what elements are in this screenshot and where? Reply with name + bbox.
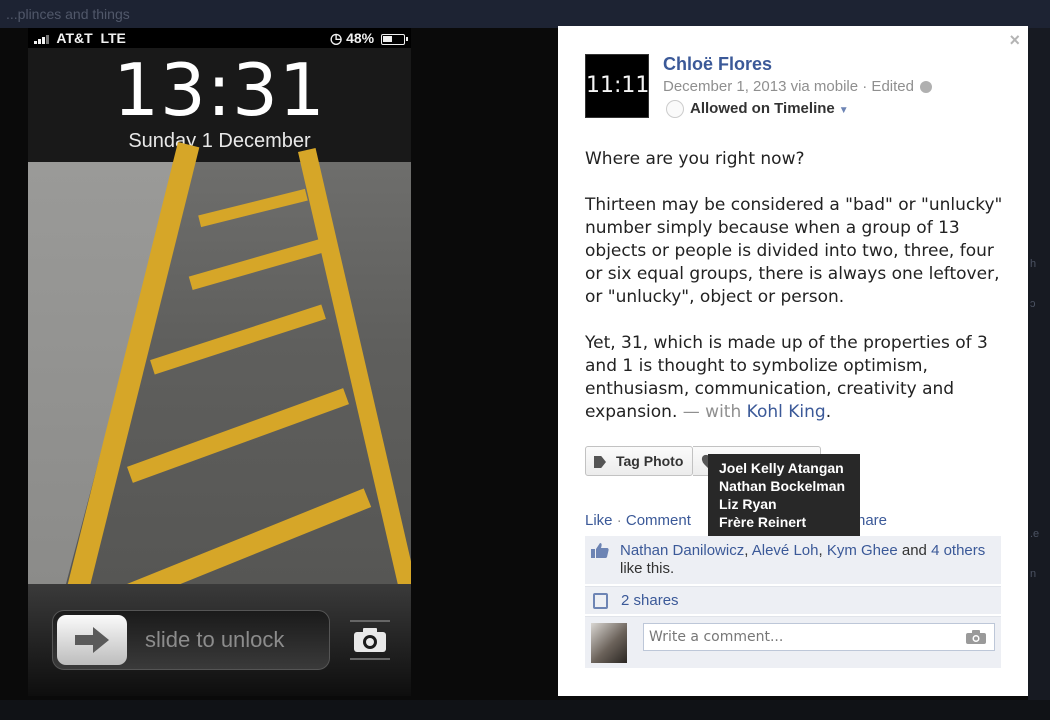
comment-placeholder: Write a comment... — [649, 629, 784, 645]
comment-input[interactable]: Write a comment... — [643, 623, 995, 651]
tag-photo-label: Tag Photo — [616, 453, 684, 469]
comment-link[interactable]: Comment — [626, 512, 691, 529]
road-stripe — [127, 388, 349, 483]
thumbs-up-icon — [591, 543, 609, 558]
post-paragraph: Where are you right now? — [585, 149, 805, 169]
shares-label[interactable]: 2 shares — [621, 592, 679, 609]
likes-and: and — [901, 542, 927, 559]
likes-text: Nathan Danilowicz, Alevé Loh, Kym Ghee a… — [620, 542, 986, 577]
timeline-ring-icon — [666, 100, 684, 119]
tooltip-name: Nathan Bockelman — [719, 478, 846, 494]
background-right-column: h ɔ .e n — [1028, 28, 1050, 708]
post-meta-text: December 1, 2013 via mobile · Edited — [663, 78, 914, 95]
tag-photo-button[interactable]: Tag Photo — [585, 446, 693, 476]
globe-icon[interactable] — [920, 81, 933, 94]
signal-icon — [34, 31, 50, 47]
photo-viewer[interactable]: AT&T LTE ◷ 48% 13:31 Sunday 1 December s… — [28, 28, 411, 696]
road-stripe — [188, 237, 328, 291]
share-link[interactable]: hare — [857, 512, 887, 529]
tagged-person-link[interactable]: Kohl King — [747, 402, 826, 422]
road-stripe — [198, 188, 308, 228]
battery-percent: 48% — [346, 30, 375, 46]
shares-summary[interactable]: 2 shares — [585, 586, 1001, 614]
status-bar: AT&T LTE ◷ 48% — [28, 28, 411, 48]
background-footer — [0, 700, 1050, 720]
slide-to-unlock-label: slide to unlock — [145, 627, 285, 652]
post-paragraph-last: Yet, 31, which is made up of the propert… — [585, 332, 1005, 424]
post-body: Where are you right now? Thirteen may be… — [585, 148, 1005, 447]
like-link[interactable]: Like — [585, 512, 613, 529]
road-stripe — [150, 304, 326, 375]
liker-link[interactable]: Nathan Danilowicz — [620, 542, 744, 559]
liker-link[interactable]: Kym Ghee — [827, 542, 898, 559]
comment-composer: Write a comment... — [585, 616, 1001, 668]
viewer-avatar — [591, 623, 627, 663]
tooltip-name: Frère Reinert — [719, 514, 807, 530]
background-header-text: ...plinces and things — [6, 6, 130, 22]
arrow-right-icon — [75, 627, 109, 653]
carrier-label: AT&T — [56, 30, 93, 46]
slide-to-unlock-track[interactable]: slide to unlock — [52, 610, 330, 670]
other-likers-link[interactable]: 4 others — [931, 542, 985, 559]
with-label: — with — [682, 402, 742, 422]
post-panel: × 11:11 Chloë Flores December 1, 2013 vi… — [558, 26, 1028, 696]
likes-summary: Nathan Danilowicz, Alevé Loh, Kym Ghee a… — [585, 536, 1001, 584]
timeline-label: Allowed on Timeline — [690, 100, 835, 117]
unlock-bar: slide to unlock — [28, 584, 411, 696]
slide-knob[interactable] — [57, 615, 127, 665]
clock-time: 13:31 — [113, 48, 326, 132]
background-header: ...plinces and things — [0, 0, 1050, 28]
close-icon[interactable]: × — [1009, 30, 1020, 51]
author-name[interactable]: Chloë Flores — [663, 54, 772, 75]
tagged-people-tooltip: Joel Kelly Atangan Nathan Bockelman Liz … — [708, 454, 860, 542]
road-photo — [28, 142, 411, 652]
alarm-clock-icon: ◷ — [329, 30, 343, 46]
battery-icon — [381, 33, 408, 45]
camera-icon[interactable] — [350, 620, 390, 660]
network-label: LTE — [100, 30, 126, 46]
tag-icon — [594, 456, 606, 468]
tagged-suffix: . — [825, 402, 832, 422]
author-avatar[interactable]: 11:11 — [585, 54, 649, 118]
post-meta: December 1, 2013 via mobile · Edited — [663, 78, 933, 95]
road-stripe — [298, 147, 411, 640]
post-paragraph: Thirteen may be considered a "bad" or "u… — [585, 195, 1003, 307]
post-actions: Like · Comment — [585, 512, 691, 529]
tooltip-name: Joel Kelly Atangan — [719, 460, 844, 476]
clock-date: Sunday 1 December — [128, 130, 311, 152]
likes-suffix: like this. — [620, 560, 675, 577]
camera-icon[interactable] — [966, 630, 986, 644]
chevron-down-icon: ▼ — [838, 105, 849, 116]
timeline-visibility-dropdown[interactable]: Allowed on Timeline ▼ — [666, 100, 849, 119]
separator: · — [616, 512, 622, 529]
tooltip-name: Liz Ryan — [719, 496, 777, 512]
avatar-text: 11:11 — [586, 73, 650, 98]
lock-screen-clock: 13:31 Sunday 1 December — [28, 48, 411, 162]
liker-link[interactable]: Alevé Loh — [752, 542, 819, 559]
share-icon — [593, 593, 608, 609]
